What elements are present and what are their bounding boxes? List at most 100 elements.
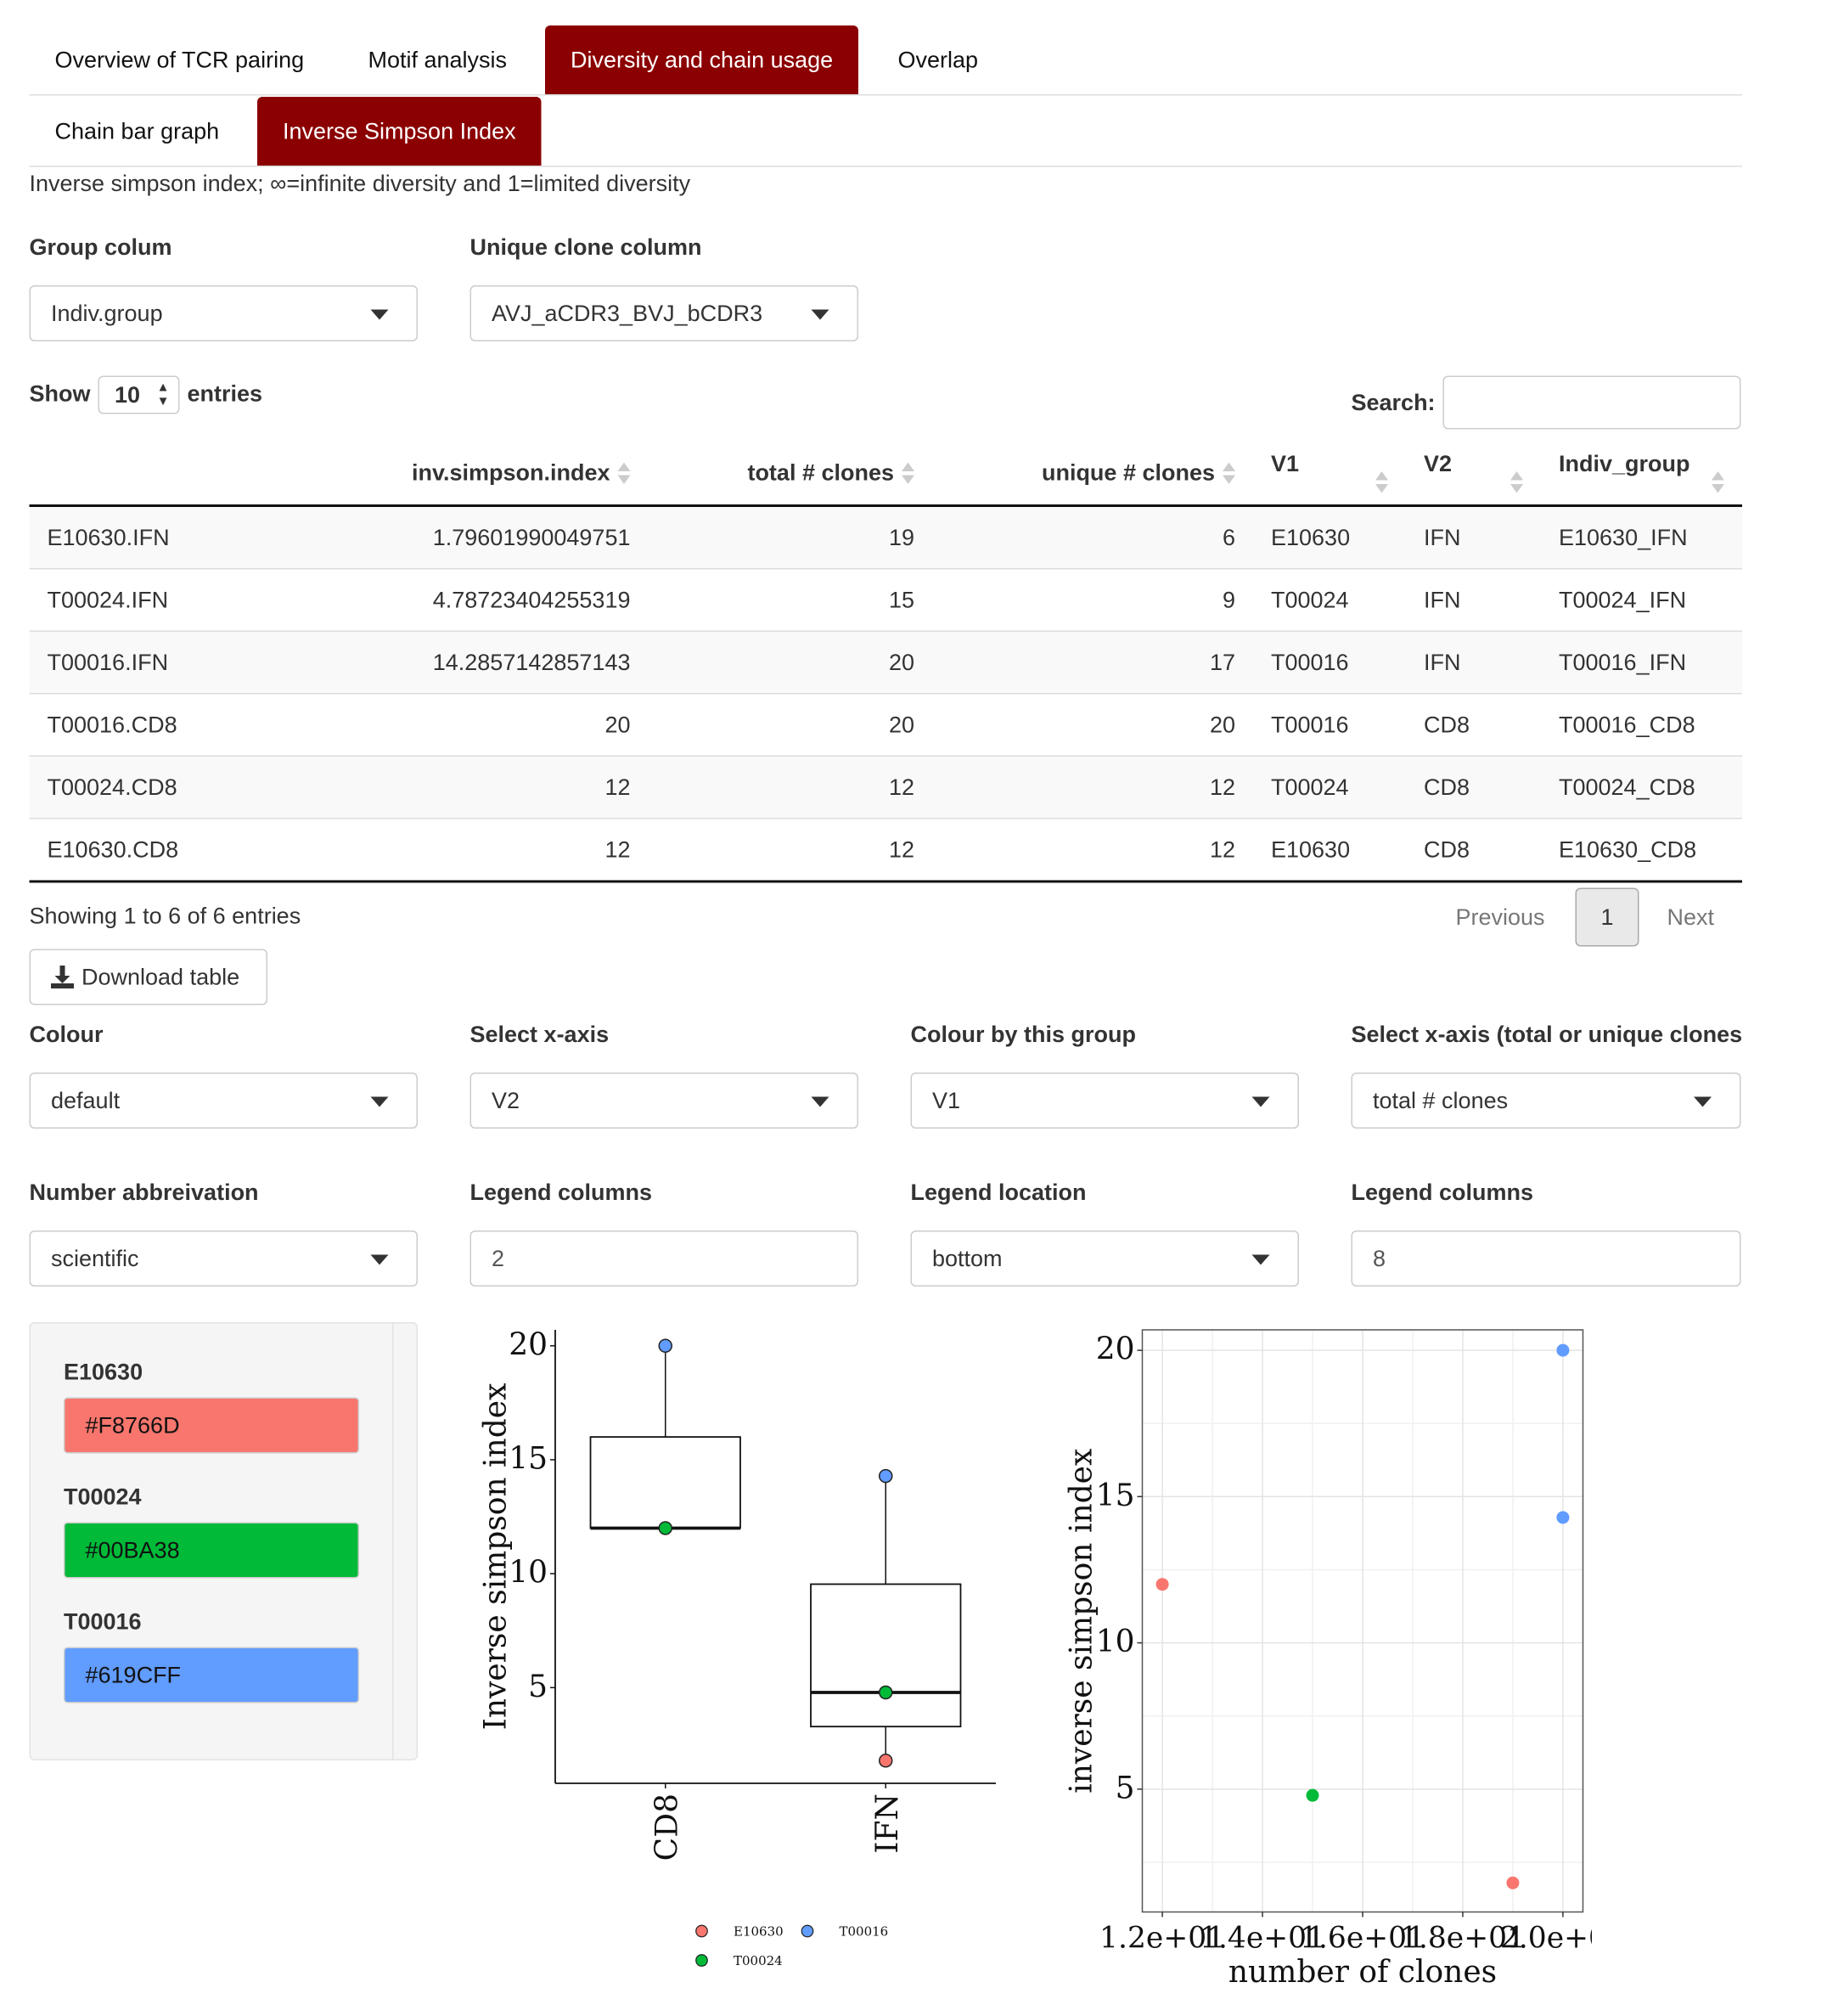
table-row[interactable]: T00024.IFN 4.78723404255319 15 9 T00024 IFN T0… [29, 568, 1742, 632]
legend-columns-input[interactable]: 2 [469, 1230, 858, 1287]
legend-columns-2-input[interactable]: 8 [1351, 1230, 1741, 1287]
table-cell: 20 [648, 630, 932, 694]
page-length-select[interactable]: 10 ▲ ▼ [98, 375, 180, 414]
number-abbreviation-select[interactable]: scientific [29, 1230, 418, 1287]
download-table-button[interactable]: Download table [29, 949, 267, 1005]
data-point [1306, 1788, 1319, 1802]
data-point [658, 1338, 672, 1354]
table-cell: T00016.CD8 [29, 693, 371, 757]
y-tick-label: 20 [509, 1327, 548, 1362]
unique-clone-column-select[interactable]: AVJ_aCDR3_BVJ_bCDR3 [469, 285, 858, 341]
legend-label: T00016 [840, 1923, 889, 1939]
table-cell: 9 [932, 568, 1253, 632]
entries-label: entries [187, 380, 263, 407]
table-row[interactable]: T00024.CD8 12 12 12 T00024 CD8 T00024_CD8 [29, 755, 1742, 819]
col-v1[interactable]: V1 [1253, 441, 1406, 507]
legend-label: E10630 [734, 1923, 784, 1939]
table-cell: T00024_IFN [1541, 568, 1742, 632]
tab-overlap[interactable]: Overlap [873, 25, 1004, 94]
legend-marker [695, 1954, 708, 1967]
data-point [879, 1685, 893, 1700]
table-cell: 12 [370, 818, 649, 883]
table-cell: 12 [370, 755, 649, 819]
x-axis-title: number of clones [1228, 1955, 1497, 1990]
colour-swatch-input[interactable]: #619CFF [64, 1647, 359, 1703]
tab-chain-bar-graph[interactable]: Chain bar graph [30, 97, 245, 166]
table-cell: 20 [370, 693, 649, 757]
number-abbreviation-value: scientific [51, 1246, 139, 1271]
col-inv-simpson-index[interactable]: inv.simpson.index [370, 441, 649, 507]
table-cell: E10630.IFN [29, 504, 371, 569]
colour-select[interactable]: default [29, 1073, 418, 1129]
table-cell: 20 [648, 693, 932, 757]
table-header-row: inv.simpson.index total # clones unique … [29, 441, 1742, 507]
tab-diversity-chain-usage[interactable]: Diversity and chain usage [545, 25, 859, 94]
select-x-axis-value: V2 [492, 1088, 520, 1113]
group-column-label: Group colum [29, 234, 172, 260]
boxplot-chart: 5 10 15 20 Inverse simpson index CD8 IFN E10630… [479, 1327, 996, 1968]
y-tick-label: 15 [1096, 1478, 1135, 1513]
table-cell: E10630.CD8 [29, 818, 371, 883]
table-cell: T00016 [1253, 630, 1406, 694]
tab-overview-tcr-pairing[interactable]: Overview of TCR pairing [30, 25, 330, 94]
col-unique-clones[interactable]: unique # clones [932, 441, 1253, 507]
colour-group-label: T00016 [64, 1608, 142, 1635]
previous-page-button[interactable]: Previous [1456, 904, 1545, 932]
legend-location-select[interactable]: bottom [910, 1230, 1299, 1287]
colour-by-group-select[interactable]: V1 [910, 1073, 1299, 1129]
scatter-chart: 51015201.2e+011.4e+011.6e+011.8e+012.0e+… [1065, 1329, 1592, 1990]
y-tick-label: 5 [528, 1670, 548, 1704]
col-v2[interactable]: V2 [1406, 441, 1541, 507]
table-cell: E10630_CD8 [1541, 818, 1742, 883]
inverse-simpson-table: inv.simpson.index total # clones unique … [29, 441, 1742, 883]
data-point [658, 1521, 672, 1535]
x-tick-label: IFN [870, 1794, 905, 1854]
sort-icon [1375, 471, 1388, 494]
table-cell: 20 [932, 693, 1253, 757]
table-cell: 12 [932, 755, 1253, 819]
table-cell: 14.2857142857143 [370, 630, 649, 694]
group-column-value: Indiv.group [51, 301, 163, 326]
main-tabs: Overview of TCR pairing Motif analysis D… [29, 25, 1742, 96]
next-page-button[interactable]: Next [1667, 904, 1715, 932]
table-cell: 19 [648, 504, 932, 569]
legend-marker [801, 1924, 814, 1938]
table-cell: 4.78723404255319 [370, 568, 649, 632]
table-cell: T00024.CD8 [29, 755, 371, 819]
tab-inverse-simpson-index[interactable]: Inverse Simpson Index [257, 97, 542, 166]
table-row[interactable]: T00016.IFN 14.2857142857143 20 17 T00016 IFN T… [29, 630, 1742, 694]
col-rowname[interactable] [29, 441, 371, 507]
chevron-down-icon [811, 309, 829, 320]
table-row[interactable]: E10630.IFN 1.79601990049751 19 6 E10630 IFN E1… [29, 504, 1742, 569]
chevron-down-icon [811, 1096, 829, 1107]
select-x-axis-label: Select x-axis [469, 1022, 610, 1047]
page-1-button[interactable]: 1 [1575, 887, 1639, 947]
table-cell: 1.79601990049751 [370, 504, 649, 569]
table-cell: E10630 [1253, 504, 1406, 569]
colour-swatch-input[interactable]: #F8766D [64, 1397, 359, 1454]
table-row[interactable]: T00016.CD8 20 20 20 T00016 CD8 T00016_CD8 [29, 693, 1742, 757]
table-row[interactable]: E10630.CD8 12 12 12 E10630 CD8 E10630_CD8 [29, 818, 1742, 883]
data-point [879, 1754, 893, 1768]
table-cell: T00016_IFN [1541, 630, 1742, 694]
updown-icon: ▲ ▼ [156, 380, 170, 409]
search-input[interactable] [1442, 375, 1741, 430]
col-indiv-group[interactable]: Indiv_group [1541, 441, 1742, 507]
sort-icon [1223, 462, 1235, 485]
select-x-axis-clones-select[interactable]: total # clones [1351, 1073, 1741, 1129]
table-cell: T00024 [1253, 568, 1406, 632]
chevron-down-icon [1251, 1254, 1270, 1265]
description-text: Inverse simpson index; ∞=infinite divers… [29, 171, 691, 196]
select-x-axis-select[interactable]: V2 [469, 1073, 858, 1129]
table-cell: IFN [1406, 504, 1541, 569]
y-axis-title: Inverse simpson index [479, 1383, 514, 1731]
table-cell: IFN [1406, 568, 1541, 632]
chevron-down-icon [1694, 1096, 1712, 1107]
colour-swatch-input[interactable]: #00BA38 [64, 1522, 359, 1579]
colour-group-label: T00024 [64, 1484, 142, 1510]
panel-scrollbar[interactable] [392, 1323, 417, 1760]
tab-motif-analysis[interactable]: Motif analysis [343, 25, 533, 94]
group-column-select[interactable]: Indiv.group [29, 285, 418, 341]
col-total-clones[interactable]: total # clones [648, 441, 932, 507]
table-cell: 6 [932, 504, 1253, 569]
